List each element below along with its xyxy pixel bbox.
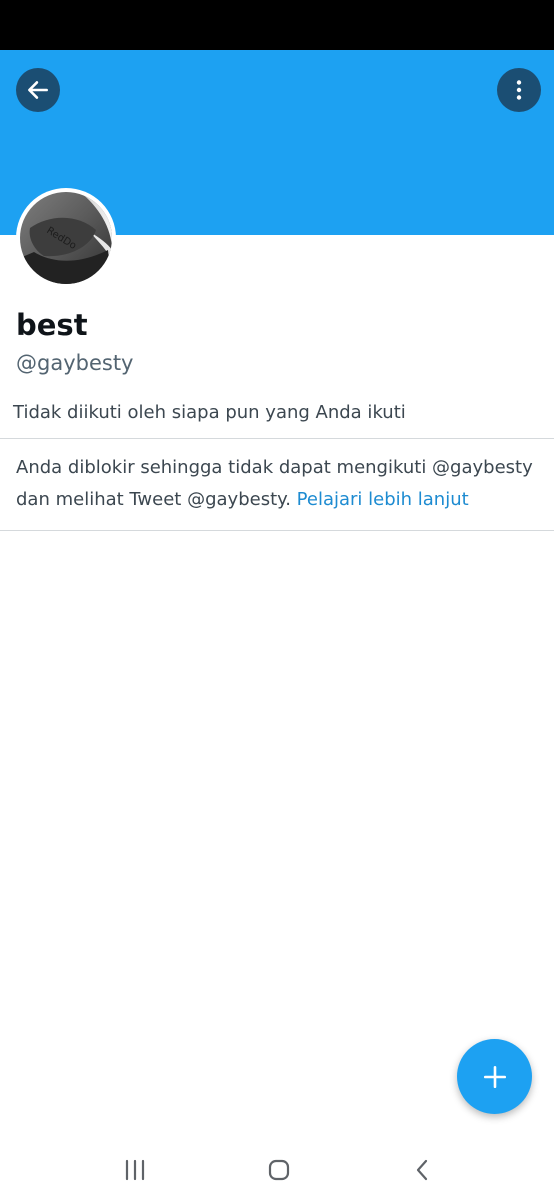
avatar[interactable]: RedDo <box>16 188 116 288</box>
home-icon <box>268 1159 290 1181</box>
recents-button[interactable] <box>115 1150 155 1190</box>
blocked-notice: Anda diblokir sehingga tidak dapat mengi… <box>16 452 546 516</box>
display-name: best <box>16 308 88 342</box>
followers-you-know-note: Tidak diikuti oleh siapa pun yang Anda i… <box>13 402 406 423</box>
system-navigation-bar <box>0 1140 554 1200</box>
back-button[interactable] <box>16 68 60 112</box>
plus-icon <box>483 1065 506 1088</box>
learn-more-link[interactable]: Pelajari lebih lanjut <box>297 489 469 510</box>
system-back-button[interactable] <box>403 1150 443 1190</box>
status-bar <box>0 0 554 50</box>
more-options-button[interactable] <box>497 68 541 112</box>
divider <box>0 438 554 439</box>
back-chevron-icon <box>416 1159 428 1181</box>
divider <box>0 530 554 531</box>
compose-tweet-button[interactable] <box>457 1039 532 1114</box>
arrow-left-icon <box>28 81 48 99</box>
recents-icon <box>125 1159 145 1181</box>
avatar-image: RedDo <box>20 192 112 284</box>
profile-handle: @gaybesty <box>16 351 134 375</box>
more-vertical-icon <box>516 80 522 100</box>
home-button[interactable] <box>259 1150 299 1190</box>
